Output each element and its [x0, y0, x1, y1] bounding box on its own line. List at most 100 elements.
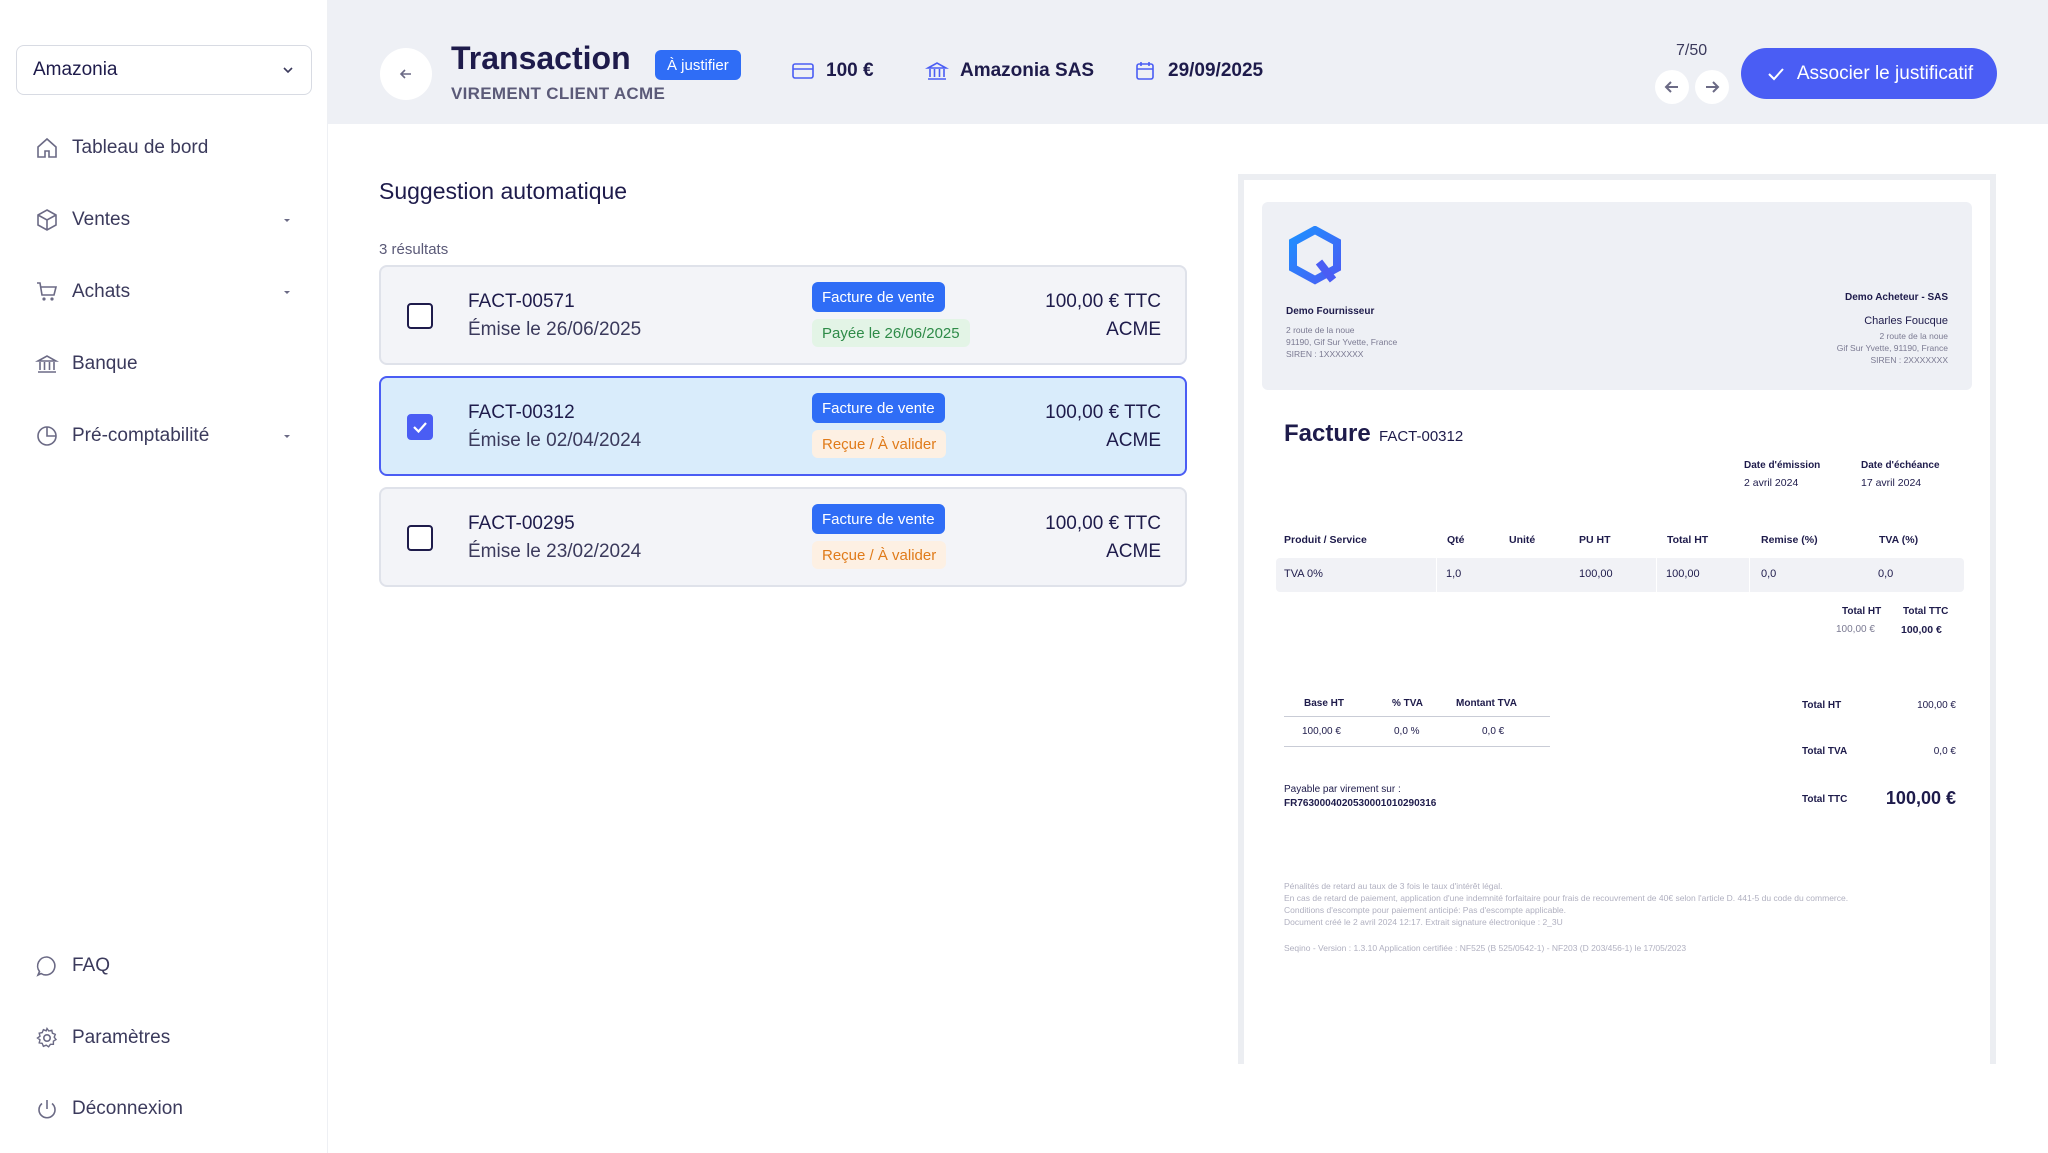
home-icon: [34, 135, 60, 161]
vat-cell: 0,0 €: [1482, 726, 1505, 737]
software-note: Seqino - Version : 1.3.10 Application ce…: [1284, 943, 1687, 953]
vat-cell: 100,00 €: [1302, 726, 1341, 737]
suggestion-card[interactable]: FACT-00295 Émise le 23/02/2024 Facture d…: [379, 487, 1187, 587]
invoice-ref: FACT-00571: [468, 291, 575, 312]
organization-name: Amazonia: [33, 59, 118, 80]
buyer-address-line2: Gif Sur Yvette, 91190, France: [1836, 343, 1948, 353]
iban: FR7630004020530001010290316: [1284, 798, 1437, 809]
issue-date-value: 2 avril 2024: [1744, 477, 1799, 489]
amount-value: 100 €: [826, 60, 874, 81]
pie-chart-icon: [34, 423, 60, 449]
transaction-amount: 100 €: [790, 58, 874, 84]
transaction-label: VIREMENT CLIENT ACME: [451, 84, 666, 103]
sidebar-item-label: Pré-comptabilité: [72, 425, 210, 446]
subtotal-ttc-value: 100,00 €: [1901, 624, 1942, 636]
bank-icon: [34, 351, 60, 377]
chat-icon: [34, 953, 60, 979]
sidebar-item-achats[interactable]: Achats: [34, 272, 292, 312]
payment-label: Payable par virement sur :: [1284, 784, 1401, 795]
column-header: Qté: [1447, 534, 1465, 546]
sidebar-item-label: Tableau de bord: [72, 137, 209, 158]
total-ttc-value: 100,00 €: [1885, 788, 1956, 808]
sidebar: Amazonia Tableau de bord Ventes Achats B…: [0, 0, 328, 1153]
caret-down-icon: [282, 215, 292, 225]
invoice-ref: FACT-00295: [468, 513, 575, 534]
column-header: Total HT: [1667, 534, 1709, 546]
invoice-date: Émise le 26/06/2025: [468, 319, 642, 340]
column-header: Produit / Service: [1284, 534, 1367, 546]
transaction-date: 29/09/2025: [1132, 58, 1263, 84]
invoice-client: ACME: [1106, 319, 1161, 340]
invoice-number: FACT-00312: [1379, 428, 1464, 445]
results-count: 3 résultats: [379, 241, 449, 258]
calendar-icon: [1132, 58, 1158, 84]
credit-card-icon: [790, 58, 816, 84]
issue-date-label: Date d'émission: [1744, 460, 1821, 471]
sidebar-item-faq[interactable]: FAQ: [34, 946, 292, 986]
pager-count: 7/50: [1676, 42, 1708, 59]
back-button[interactable]: [380, 48, 432, 100]
supplier-logo-icon: [1289, 226, 1341, 285]
total-ht-label: Total HT: [1802, 700, 1842, 711]
invoice-ref: FACT-00312: [468, 402, 575, 423]
status-badge: À justifier: [655, 50, 741, 80]
select-checkbox[interactable]: [407, 303, 433, 329]
invoice-preview: Demo Fournisseur 2 route de la noue 9119…: [1238, 174, 1996, 1064]
invoice-amount: 100,00 € TTC: [1045, 402, 1161, 423]
sidebar-item-ventes[interactable]: Ventes: [34, 200, 292, 240]
sidebar-item-label: Achats: [72, 281, 131, 302]
check-icon: [1765, 63, 1787, 85]
sidebar-item-label: Ventes: [72, 209, 131, 230]
box-icon: [34, 207, 60, 233]
sidebar-item-deconnexion[interactable]: Déconnexion: [34, 1089, 292, 1129]
legal-note: Conditions d'escompte pour paiement anti…: [1284, 905, 1567, 915]
suggestion-card[interactable]: FACT-00571 Émise le 26/06/2025 Facture d…: [379, 265, 1187, 365]
total-tva-label: Total TVA: [1802, 746, 1848, 757]
table-cell: 1,0: [1446, 568, 1462, 580]
invoice-client: ACME: [1106, 541, 1161, 562]
sidebar-item-label: Banque: [72, 353, 138, 374]
invoice-type-badge: Facture de vente: [812, 282, 945, 312]
select-checkbox[interactable]: [407, 414, 433, 440]
legal-note: Pénalités de retard au taux de 3 fois le…: [1284, 881, 1503, 891]
sidebar-item-parametres[interactable]: Paramètres: [34, 1018, 292, 1058]
subtotal-ttc-label: Total TTC: [1903, 606, 1949, 617]
legal-note: Document créé le 2 avril 2024 12:17. Ext…: [1284, 917, 1563, 927]
vat-cell: 0,0 %: [1394, 726, 1420, 737]
previous-button[interactable]: [1655, 70, 1689, 104]
page-title: Transaction: [451, 40, 631, 76]
table-cell: TVA 0%: [1284, 568, 1323, 580]
sidebar-item-pre-comptabilite[interactable]: Pré-comptabilité: [34, 416, 292, 456]
buyer-contact: Charles Foucque: [1864, 315, 1948, 327]
supplier-address-line1: 2 route de la noue: [1286, 325, 1355, 335]
total-ht-value: 100,00 €: [1917, 700, 1956, 711]
invoice-client: ACME: [1106, 430, 1161, 451]
invoice-type-badge: Facture de vente: [812, 504, 945, 534]
supplier-siren: SIREN : 1XXXXXXX: [1286, 349, 1364, 359]
supplier-address-line2: 91190, Gif Sur Yvette, France: [1286, 337, 1398, 347]
subtotal-ht-label: Total HT: [1842, 606, 1882, 617]
supplier-name: Demo Fournisseur: [1286, 306, 1375, 317]
caret-down-icon: [282, 431, 292, 441]
associate-receipt-button[interactable]: Associer le justificatif: [1741, 48, 1997, 99]
arrow-right-icon: [1706, 81, 1720, 93]
organization-select[interactable]: Amazonia: [16, 45, 312, 95]
suggestion-card[interactable]: FACT-00312 Émise le 02/04/2024 Facture d…: [379, 376, 1187, 476]
vat-column-header: Base HT: [1304, 698, 1345, 709]
transaction-header: Transaction VIREMENT CLIENT ACME À justi…: [328, 0, 2048, 124]
select-checkbox[interactable]: [407, 525, 433, 551]
next-button[interactable]: [1695, 70, 1729, 104]
caret-down-icon: [282, 287, 292, 297]
check-icon: [413, 422, 427, 434]
table-cell: 100,00: [1579, 568, 1613, 580]
arrow-left-icon: [399, 69, 411, 79]
invoice-date: Émise le 02/04/2024: [468, 430, 642, 451]
sidebar-item-label: Paramètres: [72, 1027, 171, 1048]
buyer-address-line1: 2 route de la noue: [1879, 331, 1948, 341]
bank-value: Amazonia SAS: [960, 60, 1095, 81]
sidebar-item-dashboard[interactable]: Tableau de bord: [34, 128, 292, 168]
total-ttc-label: Total TTC: [1802, 794, 1848, 805]
sidebar-item-banque[interactable]: Banque: [34, 344, 292, 384]
invoice-amount: 100,00 € TTC: [1045, 513, 1161, 534]
power-icon: [34, 1096, 60, 1122]
